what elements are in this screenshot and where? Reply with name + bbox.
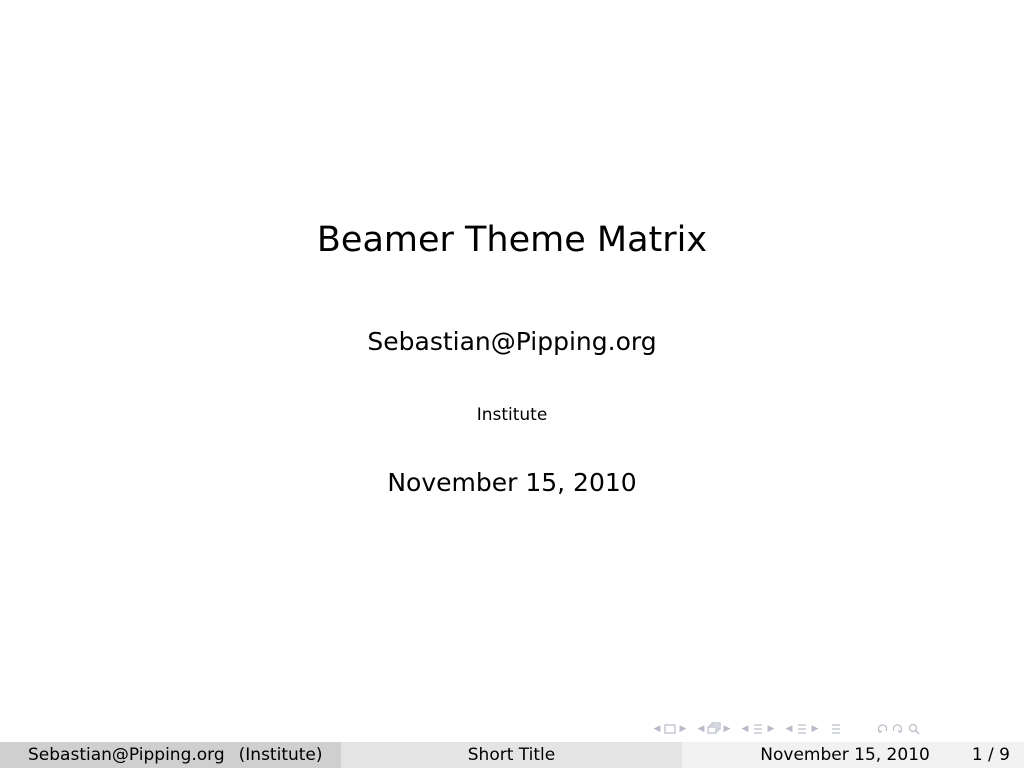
section-nav-group: ◀ ▶: [740, 721, 776, 737]
footer-author: Sebastian@Pipping.org: [28, 745, 225, 765]
slide-date: November 15, 2010: [387, 468, 637, 497]
footer-date-page: November 15, 2010 1 / 9: [682, 742, 1024, 768]
frame-nav-group: ◀ ▶: [652, 721, 688, 737]
slide-author: Sebastian@Pipping.org: [367, 327, 657, 356]
footer-short-title: Short Title: [341, 742, 682, 768]
section-prev-arrow[interactable]: ◀: [740, 724, 750, 734]
section-nav-icon[interactable]: [750, 721, 766, 737]
frame-nav-icon[interactable]: [662, 721, 678, 737]
section-next-arrow[interactable]: ▶: [766, 724, 776, 734]
frame-prev-arrow[interactable]: ◀: [652, 724, 662, 734]
beamer-slide: Beamer Theme Matrix Sebastian@Pipping.or…: [0, 0, 1024, 768]
subsection-nav-group: ◀ ▶: [696, 721, 732, 737]
document-nav-group: [828, 721, 844, 737]
section-list-nav-icon[interactable]: [794, 721, 810, 737]
section-list-next-arrow[interactable]: ▶: [810, 724, 820, 734]
forward-icon[interactable]: [890, 721, 906, 737]
document-nav-icon[interactable]: [828, 721, 844, 737]
footer-page-number: 1 / 9: [971, 745, 1010, 765]
frame-next-arrow[interactable]: ▶: [678, 724, 688, 734]
slide-title: Beamer Theme Matrix: [316, 220, 708, 260]
subsection-prev-arrow[interactable]: ◀: [696, 724, 706, 734]
subsection-next-arrow[interactable]: ▶: [722, 724, 732, 734]
section-list-prev-arrow[interactable]: ◀: [784, 724, 794, 734]
back-icon[interactable]: [874, 721, 890, 737]
search-icon[interactable]: [906, 721, 922, 737]
beamer-navigation-bar: ◀ ▶ ◀ ▶ ◀ ▶ ◀ ▶: [652, 719, 1014, 739]
slide-institute: Institute: [476, 405, 548, 425]
footer-institute: (Institute): [238, 745, 323, 765]
section-list-nav-group: ◀ ▶: [784, 721, 820, 737]
subsection-nav-icon[interactable]: [706, 721, 722, 737]
slide-footer: Sebastian@Pipping.org (Institute) Short T…: [0, 742, 1024, 768]
footer-author-institute: Sebastian@Pipping.org (Institute): [0, 742, 341, 768]
footer-date: November 15, 2010: [760, 745, 930, 765]
